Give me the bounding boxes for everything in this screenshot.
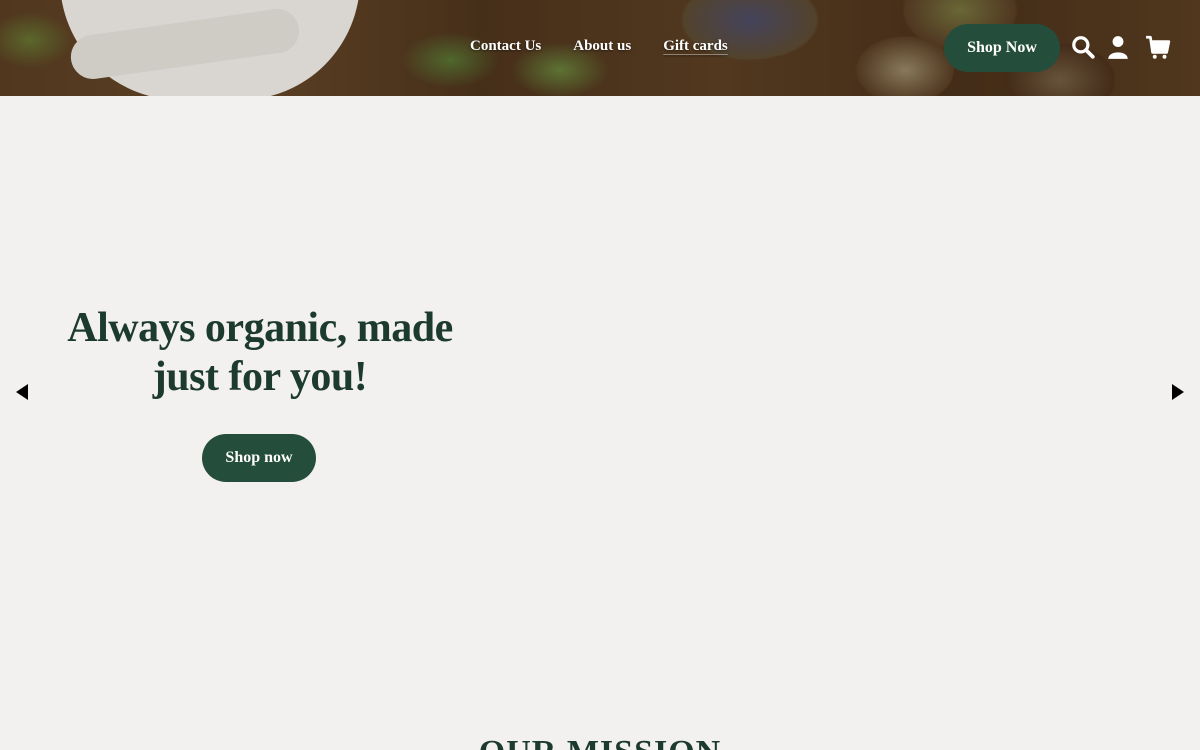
header-shop-now-button[interactable]: Shop Now — [944, 24, 1060, 72]
hero-title: Always organic, made just for you! — [67, 305, 453, 400]
search-icon[interactable] — [1070, 34, 1096, 60]
mission-heading: OUR MISSION — [0, 734, 1200, 750]
cart-icon[interactable] — [1145, 34, 1171, 60]
chevron-right-icon[interactable] — [1170, 383, 1186, 401]
hero-shop-now-button[interactable]: Shop now — [202, 434, 316, 482]
account-icon[interactable] — [1105, 34, 1131, 60]
nav-link-gift-cards[interactable]: Gift cards — [663, 38, 728, 55]
nav-link-about[interactable]: About us — [573, 38, 631, 55]
site-header: Contact Us About us Gift cards Shop Now — [0, 0, 1200, 96]
main-nav: Contact Us About us Gift cards — [470, 38, 728, 55]
chevron-left-icon[interactable] — [14, 383, 30, 401]
nav-link-contact[interactable]: Contact Us — [470, 38, 541, 55]
